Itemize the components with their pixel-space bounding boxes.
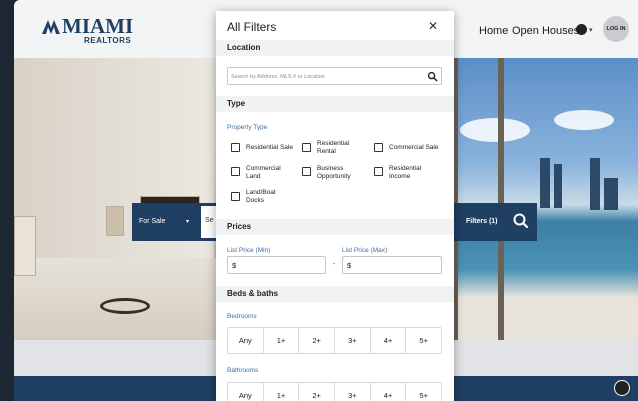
property-type-label: Property Type [227, 124, 268, 131]
hero-window-frame [498, 58, 504, 340]
bedrooms-option-1[interactable]: 1+ [264, 328, 300, 353]
section-beds-baths: Beds & baths [216, 286, 454, 302]
hero-tower [554, 164, 562, 208]
price-max-label: List Price (Max) [342, 247, 388, 254]
bathrooms-option-any[interactable]: Any [228, 383, 264, 401]
bathrooms-label: Bathrooms [227, 367, 259, 374]
bedrooms-option-4[interactable]: 4+ [371, 328, 407, 353]
section-location-heading: Location [227, 43, 261, 52]
checkbox-residential-sale[interactable] [231, 143, 240, 152]
section-prices-heading: Prices [227, 222, 252, 231]
checkbox-commercial-sale[interactable] [374, 143, 383, 152]
bedrooms-option-any[interactable]: Any [228, 328, 264, 353]
bedrooms-option-3[interactable]: 3+ [335, 328, 371, 353]
section-prices: Prices [216, 219, 454, 235]
checkbox-label: Residential Sale [246, 144, 293, 151]
price-range-dash: - [333, 261, 336, 268]
nav-open-houses-link[interactable]: Open Houses [512, 25, 579, 37]
location-search-input[interactable] [231, 71, 421, 82]
site-logo[interactable]: MIAMI REALTORS [40, 14, 133, 50]
bathrooms-option-4[interactable]: 4+ [371, 383, 407, 401]
bathrooms-option-2[interactable]: 2+ [299, 383, 336, 401]
currency-symbol: $ [232, 261, 237, 270]
globe-icon[interactable] [576, 24, 587, 35]
hero-chair [106, 206, 124, 236]
hero-tower [604, 178, 618, 210]
search-icon[interactable] [511, 211, 531, 231]
checkbox-label: Commercial Land [246, 165, 281, 180]
checkbox-label: Business Opportunity [317, 165, 351, 180]
logo-subtext: REALTORS [84, 36, 132, 45]
chevron-down-icon[interactable]: ▾ [186, 218, 189, 225]
checkbox-commercial-land[interactable] [231, 167, 240, 176]
section-location: Location [216, 40, 454, 56]
price-min-label: List Price (Min) [227, 247, 271, 254]
chevron-down-icon[interactable]: ▾ [589, 26, 593, 34]
checkbox-label: Residential Income [389, 165, 422, 180]
section-type-heading: Type [227, 99, 246, 108]
bedrooms-option-5[interactable]: 5+ [406, 328, 441, 353]
hero-chair [14, 216, 36, 276]
hero-search-input-text: Se [205, 217, 214, 224]
checkbox-land-boat-docks[interactable] [231, 192, 240, 201]
hero-cloud [554, 110, 614, 130]
bathrooms-option-5[interactable]: 5+ [406, 383, 441, 401]
login-button[interactable]: LOG IN [603, 16, 629, 42]
checkbox-label: Residential Rental [317, 140, 350, 155]
bathrooms-option-1[interactable]: 1+ [264, 383, 300, 401]
search-icon[interactable] [427, 71, 438, 82]
checkbox-label: Commercial Sale [389, 144, 439, 151]
checkbox-business-opportunity[interactable] [302, 167, 311, 176]
all-filters-modal: All Filters ✕ Location Type Property Typ… [216, 11, 454, 401]
close-icon[interactable]: ✕ [426, 19, 440, 33]
hero-window-view [454, 58, 638, 340]
checkbox-residential-income[interactable] [374, 167, 383, 176]
price-max-input[interactable]: $ [342, 256, 442, 274]
bathrooms-option-3[interactable]: 3+ [335, 383, 371, 401]
currency-symbol: $ [347, 261, 352, 270]
filters-button[interactable]: Filters (1) [466, 218, 498, 225]
modal-title: All Filters [227, 20, 277, 34]
accessibility-icon[interactable] [614, 380, 630, 396]
bathrooms-selector: Any 1+ 2+ 3+ 4+ 5+ [227, 382, 442, 401]
bedrooms-label: Bedrooms [227, 313, 257, 320]
checkbox-residential-rental[interactable] [302, 143, 311, 152]
nav-home-link[interactable]: Home [479, 25, 508, 37]
hero-window-frame [454, 58, 458, 340]
bedrooms-selector: Any 1+ 2+ 3+ 4+ 5+ [227, 327, 442, 354]
location-search-field[interactable] [227, 67, 442, 85]
hero-table-base [100, 298, 150, 314]
price-min-input[interactable]: $ [227, 256, 326, 274]
hero-tower [590, 158, 600, 210]
section-beds-baths-heading: Beds & baths [227, 289, 279, 298]
checkbox-label: Land/Boat Docks [246, 189, 276, 204]
logo-mark-icon [42, 20, 60, 34]
section-type: Type [216, 96, 454, 112]
sale-type-select[interactable]: For Sale [139, 218, 165, 225]
hero-tower [540, 158, 550, 208]
bedrooms-option-2[interactable]: 2+ [299, 328, 336, 353]
hero-cloud [460, 118, 530, 142]
